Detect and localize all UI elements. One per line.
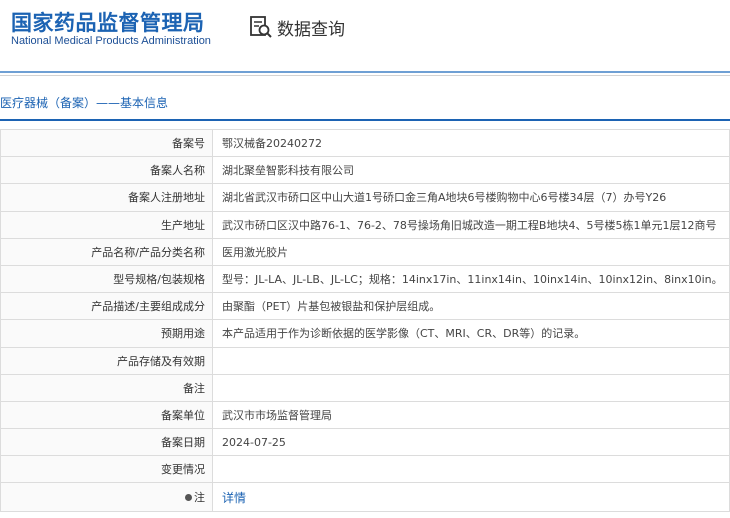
table-row: 产品描述/主要组成成分 由聚酯（PET）片基包被银盐和保护层组成。 (0, 292, 730, 321)
field-label: 产品描述/主要组成成分 (0, 292, 213, 321)
details-link[interactable]: 详情 (222, 491, 246, 505)
header-separator (0, 75, 730, 76)
field-label: 备案日期 (0, 428, 213, 457)
field-label: 备案单位 (0, 400, 213, 430)
field-value: 武汉市硚口区汉中路76-1、76-2、78号操场角旧城改造一期工程B地块4、5号… (212, 210, 730, 239)
field-label: 生产地址 (0, 210, 213, 239)
field-label: 备注 (0, 373, 213, 402)
org-name-cn[interactable]: 国家药品监督管理局 (11, 7, 205, 37)
field-value: 鄂汉械备20240272 (212, 128, 730, 158)
org-name-en[interactable]: National Medical Products Administration (11, 35, 211, 47)
note-value-cell: 详情 (212, 482, 730, 513)
field-value: 武汉市市场监督管理局 (212, 400, 730, 430)
table-row: 型号规格/包装规格 型号：JL-LA、JL-LB、JL-LC；规格：14inx1… (0, 264, 730, 294)
field-label: 产品存储及有效期 (0, 346, 213, 375)
field-value: 型号：JL-LA、JL-LB、JL-LC；规格：14inx17in、11inx1… (212, 264, 730, 294)
note-row: 注 详情 (0, 482, 730, 513)
field-value (212, 346, 730, 375)
table-row: 备案人名称 湖北聚垒智影科技有限公司 (0, 156, 730, 185)
table-row: 产品存储及有效期 (0, 346, 730, 375)
record-detail-table: 备案号 鄂汉械备20240272 备案人名称 湖北聚垒智影科技有限公司 备案人注… (0, 128, 730, 513)
table-row: 备案单位 武汉市市场监督管理局 (0, 400, 730, 430)
table-row: 变更情况 (0, 455, 730, 484)
data-query-heading: 数据查询 (248, 14, 345, 40)
field-value: 本产品适用于作为诊断依据的医学影像（CT、MRI、CR、DR等）的记录。 (212, 319, 730, 348)
field-value (212, 455, 730, 484)
field-value: 2024-07-25 (212, 428, 730, 457)
table-row: 产品名称/产品分类名称 医用激光胶片 (0, 237, 730, 266)
table-row: 备案号 鄂汉械备20240272 (0, 128, 730, 158)
field-label: 备案人注册地址 (0, 183, 213, 212)
field-label: 备案号 (0, 128, 213, 158)
data-query-label: 数据查询 (277, 19, 345, 40)
document-search-icon (248, 14, 274, 40)
header-divider (0, 71, 730, 73)
table-row: 预期用途 本产品适用于作为诊断依据的医学影像（CT、MRI、CR、DR等）的记录… (0, 319, 730, 348)
field-label: 变更情况 (0, 455, 213, 484)
field-label: 备案人名称 (0, 156, 213, 185)
field-label: 预期用途 (0, 319, 213, 348)
field-value: 医用激光胶片 (212, 237, 730, 266)
field-value (212, 373, 730, 402)
field-value: 湖北聚垒智影科技有限公司 (212, 156, 730, 185)
section-title: 医疗器械（备案）——基本信息 (0, 96, 169, 110)
table-row: 备注 (0, 373, 730, 402)
site-header: 国家药品监督管理局 National Medical Products Admi… (0, 0, 730, 72)
field-label: 产品名称/产品分类名称 (0, 237, 213, 266)
table-row: 备案日期 2024-07-25 (0, 428, 730, 457)
note-label-cell: 注 (0, 482, 213, 513)
table-row: 生产地址 武汉市硚口区汉中路76-1、76-2、78号操场角旧城改造一期工程B地… (0, 210, 730, 239)
dot-icon (185, 494, 192, 502)
section-underline (0, 119, 730, 121)
field-value: 由聚酯（PET）片基包被银盐和保护层组成。 (212, 292, 730, 321)
field-value: 湖北省武汉市硚口区中山大道1号硚口金三角A地块6号楼购物中心6号楼34层（7）办… (212, 183, 730, 212)
table-row: 备案人注册地址 湖北省武汉市硚口区中山大道1号硚口金三角A地块6号楼购物中心6号… (0, 183, 730, 212)
field-label: 型号规格/包装规格 (0, 264, 213, 294)
note-label: 注 (194, 491, 205, 505)
